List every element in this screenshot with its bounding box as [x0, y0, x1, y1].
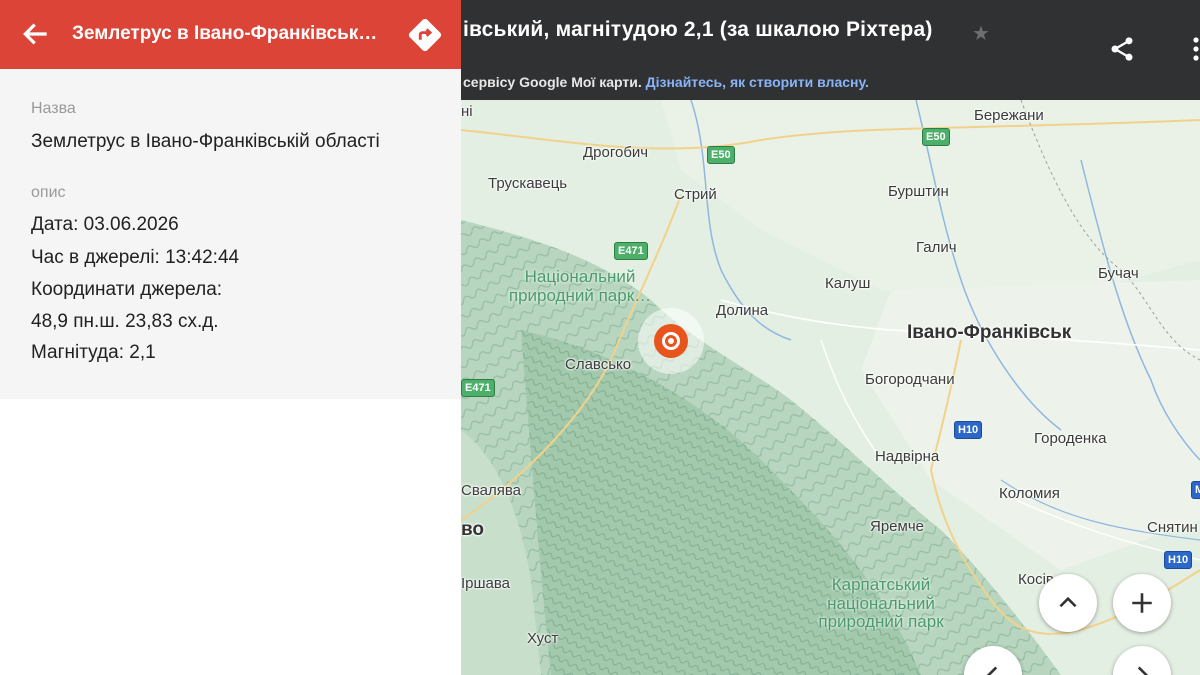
road-shield-e50: E50 [707, 146, 735, 164]
place-svaliava: Свалява [461, 482, 521, 499]
park-carpathian-label: Карпатський національний природний парк [818, 575, 944, 632]
create-map-link[interactable]: Дізнайтесь, як створити власну. [646, 74, 869, 90]
name-value: Землетрус в Івано-Франківській області [31, 131, 380, 152]
place-dolyna: Долина [716, 302, 769, 319]
panel-header: Землетрус в Івано-Франківськ… [0, 0, 461, 69]
feature-detail-panel: Землетрус в Івано-Франківськ… Назва Земл… [0, 0, 461, 675]
place-ivano-frankivsk: Івано-Франківськ [907, 322, 1072, 343]
chevron-up-icon [1059, 596, 1077, 608]
place-nadvirna: Надвірна [875, 448, 940, 465]
place-irshava: Іршава [461, 575, 511, 592]
collapse-up-button[interactable] [1039, 574, 1097, 632]
directions-icon[interactable] [406, 16, 444, 54]
place-buchach: Бучач [1098, 265, 1139, 282]
road-shield-e50: E50 [922, 128, 950, 146]
place-yaremche: Яремче [870, 518, 924, 535]
place-sniatyn: Снятин [1147, 519, 1198, 536]
place-edge-ni: ні [461, 103, 473, 120]
place-slavske: Славсько [565, 356, 632, 373]
description-coords-value: 48,9 пн.ш. 23,83 сх.д. [31, 311, 219, 332]
description-label: опис [31, 184, 66, 201]
description-date: Дата: 03.06.2026 [31, 214, 179, 235]
subtitle-text: сервісу Google Мої карти. [463, 74, 642, 90]
place-khust: Хуст [527, 630, 559, 647]
share-icon[interactable] [1108, 35, 1136, 63]
zoom-in-button[interactable] [1113, 574, 1171, 632]
feature-details: Назва Землетрус в Івано-Франківській обл… [0, 69, 461, 399]
star-icon[interactable]: ★ [972, 21, 990, 46]
place-berezhany: Бережани [974, 107, 1044, 124]
road-shield-e471: E471 [461, 379, 495, 397]
place-halych: Галич [916, 239, 957, 256]
place-kalush: Калуш [825, 275, 871, 292]
description-time: Час в джерелі: 13:42:44 [31, 247, 240, 268]
place-stryi: Стрий [674, 186, 717, 203]
place-drohobych: Дрогобич [583, 144, 649, 161]
map-subtitle: сервісу Google Мої карти. Дізнайтесь, як… [463, 74, 869, 90]
place-edge-vo: во [461, 519, 485, 540]
panel-title: Землетрус в Івано-Франківськ… [72, 23, 378, 44]
map-title: івський, магнітудою 2,1 (за шкалою Ріхте… [463, 18, 933, 41]
road-shield-h10: H10 [1164, 551, 1193, 569]
description-coords-label: Координати джерела: [31, 279, 223, 300]
chevron-left-icon [986, 666, 998, 675]
map-canvas[interactable]: Бережани ні Дрогобич Трускавець Стрий Бу… [461, 100, 1200, 675]
place-bohorodchany: Богородчани [865, 371, 955, 388]
road-shield-e471: E471 [614, 242, 648, 260]
place-kolomyia: Коломия [999, 485, 1060, 502]
place-truskavets: Трускавець [488, 175, 568, 192]
park-national-label: Національний природний парк… [508, 267, 652, 305]
name-label: Назва [31, 100, 76, 117]
more-vert-icon[interactable] [1192, 36, 1200, 62]
plus-icon [1132, 593, 1152, 613]
earthquake-marker-icon[interactable] [638, 308, 704, 374]
place-horodenka: Городенка [1034, 430, 1107, 447]
road-shield-h10: H10 [954, 421, 983, 439]
chevron-right-icon [1137, 666, 1149, 675]
place-burshtyn: Бурштин [888, 183, 949, 200]
description-magnitude: Магнітуда: 2,1 [31, 342, 156, 363]
back-arrow-icon[interactable] [20, 18, 52, 50]
road-shield-m: M [1191, 481, 1200, 499]
